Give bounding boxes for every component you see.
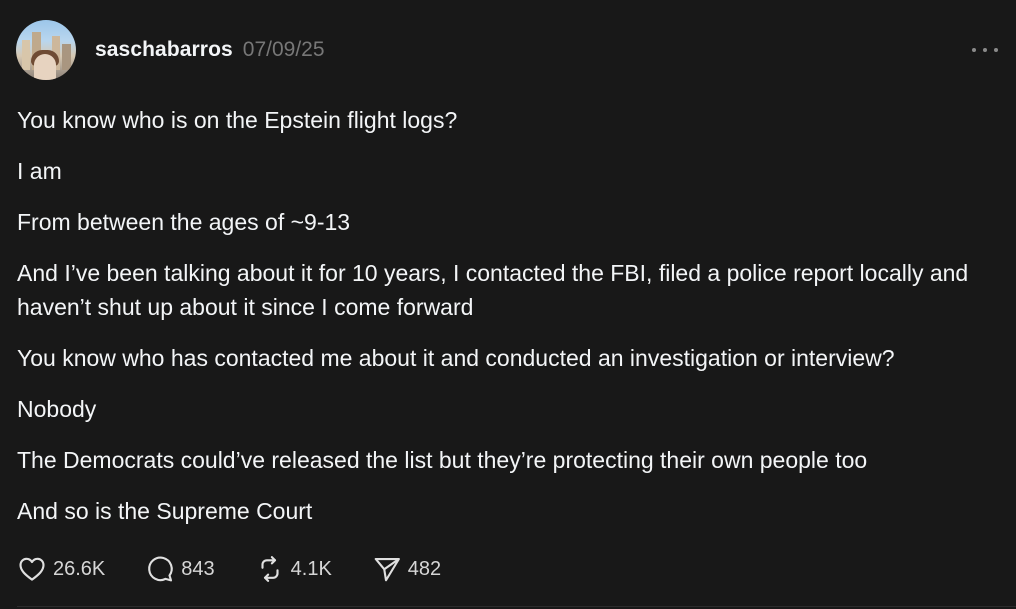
action-bar: 26.6K 843 4.1K 482 (17, 553, 481, 585)
reply-button[interactable]: 843 (145, 554, 215, 584)
post-header: saschabarros 07/09/25 (16, 19, 1000, 80)
post-paragraph: Nobody (17, 396, 97, 422)
repost-button[interactable]: 4.1K (255, 554, 332, 584)
speech-bubble-icon (148, 556, 173, 582)
reply-count: 843 (181, 557, 215, 580)
username-link[interactable]: saschabarros (95, 38, 233, 62)
post-paragraph: You know who has contacted me about it a… (17, 345, 895, 371)
like-count: 26.6K (53, 557, 106, 580)
post-paragraph: And so is the Supreme Court (17, 498, 313, 524)
post-body: You know who is on the Epstein flight lo… (17, 103, 1001, 545)
share-count: 482 (407, 557, 442, 580)
share-button[interactable]: 482 (372, 554, 441, 584)
post-paragraph: And I’ve been talking about it for 10 ye… (17, 260, 969, 320)
divider (17, 606, 1016, 607)
post-date[interactable]: 07/09/25 (243, 38, 325, 62)
post-paragraph: You know who is on the Epstein flight lo… (17, 107, 458, 133)
more-dots-icon[interactable] (972, 41, 998, 59)
post-paragraph: The Democrats could’ve released the list… (17, 447, 868, 473)
send-icon (374, 557, 400, 582)
repost-icon (261, 556, 279, 582)
post-paragraph: From between the ages of ~9-13 (17, 209, 351, 235)
avatar[interactable] (16, 19, 76, 80)
post: saschabarros 07/09/25 You know who is on… (0, 0, 1016, 609)
post-paragraph: I am (17, 158, 62, 184)
heart-icon (19, 557, 45, 581)
repost-count: 4.1K (290, 557, 332, 580)
like-button[interactable]: 26.6K (17, 554, 105, 584)
